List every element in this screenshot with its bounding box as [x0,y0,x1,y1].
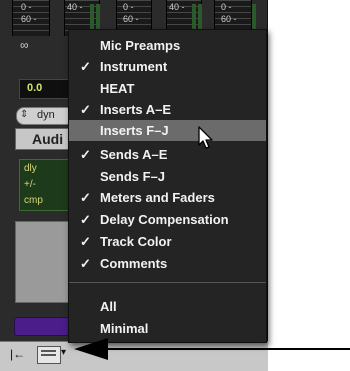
menu-item-sends-f-j[interactable]: Sends F–J [69,166,266,187]
infinity-label: ∞ [20,38,29,52]
menu-item-heat[interactable]: HEAT [69,78,266,99]
meter-tick: 60 - [21,14,37,24]
track-color-bar [14,317,76,336]
menu-item-label: All [100,299,117,314]
menu-item-label: Meters and Faders [100,190,215,205]
menu-item-label: Track Color [100,234,172,249]
track-type-button[interactable]: Audi [15,128,73,150]
up-down-arrow-icon: ⇕ [20,109,29,120]
checkmark-icon: ✓ [80,234,91,249]
meter-tick: 60 - [123,14,139,24]
menu-item-delay-compensation[interactable]: ✓ Delay Compensation [69,209,266,230]
collapse-icon[interactable]: |← [10,347,26,361]
callout-arrow-icon [74,338,350,360]
checkmark-icon: ✓ [80,190,91,205]
menu-divider [69,282,266,283]
menu-item-all[interactable]: All [69,296,266,317]
meter-tick: 60 - [221,14,237,24]
track-type-label: Audi [32,131,64,147]
inserts-panel: dly +/- cmp [19,159,71,211]
menu-item-label: Sends F–J [100,169,166,184]
checkmark-icon: ✓ [80,102,91,117]
dyn-label: dyn [37,109,55,121]
insert-slot[interactable]: dly [24,163,37,174]
menu-item-label: Mic Preamps [100,38,181,53]
menu-item-label: Sends A–E [100,147,168,162]
view-list-icon [41,350,56,358]
meter-strip: 0 - 60 - [12,0,50,36]
menu-item-label: Delay Compensation [100,212,229,227]
menu-item-inserts-f-j[interactable]: Inserts F–J [69,120,266,141]
menu-item-inserts-a-e[interactable]: ✓ Inserts A–E [69,99,266,120]
checkmark-icon: ✓ [80,147,91,162]
mouse-pointer-icon [198,126,213,149]
menu-item-meters-and-faders[interactable]: ✓ Meters and Faders [69,187,266,208]
checkmark-icon: ✓ [80,256,91,271]
dyn-selector[interactable]: ⇕ dyn [16,107,74,125]
insert-slot[interactable]: cmp [24,195,43,206]
menu-item-label: Instrument [100,59,168,74]
meter-tick: 40 - [67,2,83,12]
view-options-menu: Mic Preamps ✓ Instrument HEAT ✓ Inserts … [68,29,267,343]
meter-tick: 0 - [123,2,134,12]
checkmark-icon: ✓ [80,59,91,74]
insert-slot[interactable]: +/- [24,179,36,190]
menu-item-mic-preamps[interactable]: Mic Preamps [69,35,266,56]
meter-tick: 0 - [21,2,32,12]
view-selector-button[interactable] [37,346,61,364]
menu-item-instrument[interactable]: ✓ Instrument [69,56,266,77]
checkmark-icon: ✓ [80,212,91,227]
meter-tick: 0 - [221,2,232,12]
menu-item-label: Inserts F–J [100,123,169,138]
chevron-down-icon[interactable]: ▾ [61,347,66,358]
comments-area[interactable] [15,221,75,303]
menu-item-comments[interactable]: ✓ Comments [69,253,266,274]
meter-tick: 40 - [169,2,185,12]
menu-item-label: Comments [100,256,168,271]
menu-item-sends-a-e[interactable]: ✓ Sends A–E [69,144,266,165]
gain-value: 0.0 [27,82,43,94]
menu-item-label: HEAT [100,81,135,96]
menu-item-track-color[interactable]: ✓ Track Color [69,231,266,252]
fader-gain-display[interactable]: 0.0 [19,79,71,99]
menu-item-label: Inserts A–E [100,102,172,117]
